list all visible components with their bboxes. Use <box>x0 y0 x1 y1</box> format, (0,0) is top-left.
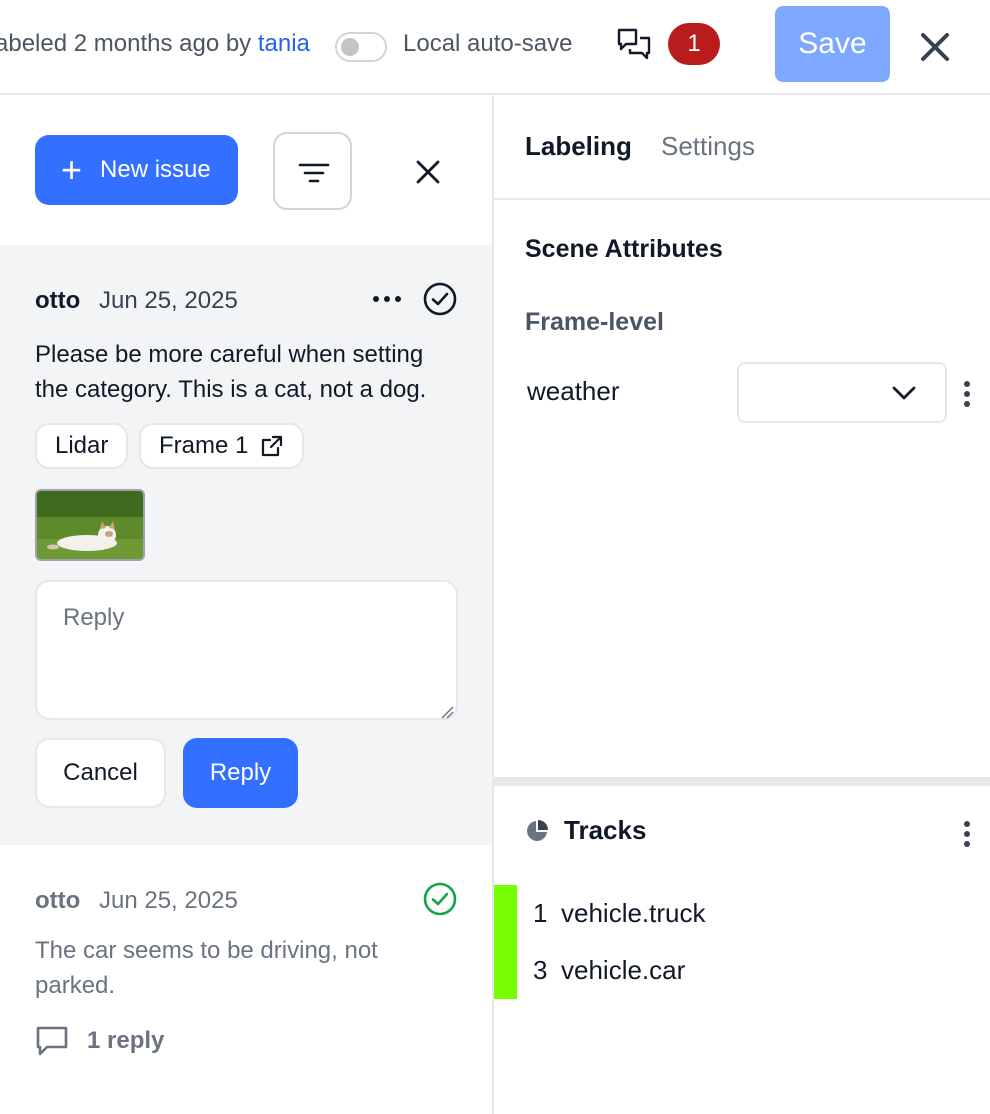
issues-panel: + New issue otto Jun 25, 2025 Please be … <box>0 95 494 1114</box>
plus-icon: + <box>61 149 83 190</box>
new-issue-button[interactable]: + New issue <box>35 135 238 205</box>
track-row[interactable]: 1 vehicle.truck <box>494 885 990 942</box>
close-icon[interactable] <box>413 157 443 187</box>
issue-author: otto <box>35 887 81 914</box>
tracks-menu-icon[interactable] <box>960 819 974 849</box>
more-options-icon[interactable] <box>370 287 404 311</box>
filter-icon <box>298 163 330 183</box>
issue-card[interactable]: otto Jun 25, 2025 The car seems to be dr… <box>0 845 492 1114</box>
issue-author: otto <box>35 287 81 314</box>
tab-labeling[interactable]: Labeling <box>525 131 632 162</box>
attachment-thumbnail[interactable] <box>35 489 145 561</box>
lidar-chip[interactable]: Lidar <box>35 423 129 469</box>
issue-date: Jun 25, 2025 <box>99 887 238 914</box>
panel-tabs: Labeling Settings <box>494 95 990 200</box>
external-link-icon <box>262 435 283 457</box>
resolved-check-icon[interactable] <box>422 881 458 917</box>
reply-textarea[interactable]: Reply <box>35 580 458 720</box>
attribute-menu-icon[interactable] <box>960 379 974 409</box>
issue-text: The car seems to be driving, not parked. <box>35 937 378 999</box>
track-name: vehicle.truck <box>561 898 706 928</box>
toggle-knob <box>341 38 359 56</box>
filter-button[interactable] <box>273 132 352 210</box>
resize-grip-icon[interactable] <box>440 705 454 719</box>
issue-card[interactable]: otto Jun 25, 2025 Please be more careful… <box>0 245 492 845</box>
chip-label: Lidar <box>55 432 109 459</box>
weather-select[interactable] <box>737 362 947 423</box>
new-issue-label: New issue <box>100 156 211 183</box>
reply-count-label: 1 reply <box>87 1027 165 1054</box>
chevron-down-icon <box>892 386 916 400</box>
labeling-panel: Labeling Settings Scene Attributes Frame… <box>494 95 990 1114</box>
track-id: 1 <box>533 898 548 928</box>
resolve-check-icon[interactable] <box>422 281 458 317</box>
autosave-toggle[interactable] <box>335 32 387 62</box>
close-icon[interactable] <box>918 30 952 64</box>
track-color-bar <box>494 942 517 999</box>
comment-icon <box>36 1026 68 1056</box>
cat-photo <box>37 491 143 559</box>
issue-count-badge[interactable]: 1 <box>668 23 720 65</box>
top-bar: abeled 2 months ago by tania Local auto-… <box>0 0 990 95</box>
cancel-button[interactable]: Cancel <box>35 738 166 808</box>
issue-date: Jun 25, 2025 <box>99 287 238 314</box>
tab-settings[interactable]: Settings <box>661 131 755 162</box>
reply-count[interactable]: 1 reply <box>35 1025 164 1057</box>
labeler-link[interactable]: tania <box>258 30 310 57</box>
track-row[interactable]: 3 vehicle.car <box>494 942 990 999</box>
autosave-label: Local auto-save <box>403 30 573 57</box>
labeled-text: abeled 2 months ago by <box>0 30 258 57</box>
pie-chart-icon <box>527 820 548 841</box>
save-button[interactable]: Save <box>775 6 890 82</box>
comments-icon[interactable] <box>614 25 654 65</box>
issue-text: Please be more careful when setting the … <box>35 341 427 403</box>
frame-level-heading: Frame-level <box>525 308 664 336</box>
labeled-info: abeled 2 months ago by tania <box>0 30 310 58</box>
track-id: 3 <box>533 955 548 985</box>
scene-attributes-title: Scene Attributes <box>525 235 723 263</box>
track-color-bar <box>494 885 517 942</box>
section-divider <box>494 777 990 786</box>
track-name: vehicle.car <box>561 955 686 985</box>
chip-label: Frame 1 <box>159 432 249 459</box>
frame-chip[interactable]: Frame 1 <box>139 423 305 469</box>
reply-button[interactable]: Reply <box>183 738 298 808</box>
weather-label: weather <box>527 376 620 406</box>
tracks-title: Tracks <box>564 815 647 845</box>
